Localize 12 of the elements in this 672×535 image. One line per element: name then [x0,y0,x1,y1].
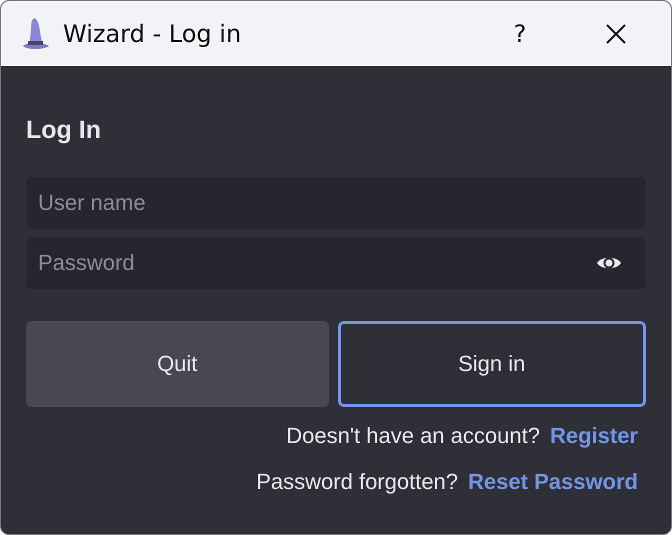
close-icon [605,22,627,44]
prompt-text: Doesn't have an account? [286,423,540,449]
form-heading: Log In [26,116,102,145]
sign-in-button[interactable]: Sign in [338,321,646,407]
link[interactable]: Register [550,423,638,449]
help-button[interactable]: ? [497,10,543,56]
text-field[interactable]: User name [26,177,646,229]
password-field[interactable]: Password [26,237,646,289]
quit-button[interactable]: Quit [26,321,328,407]
link[interactable]: Reset Password [468,469,638,495]
window-title: Wizard - Log in [63,20,242,48]
prompt-text: Password forgotten? [256,469,458,495]
